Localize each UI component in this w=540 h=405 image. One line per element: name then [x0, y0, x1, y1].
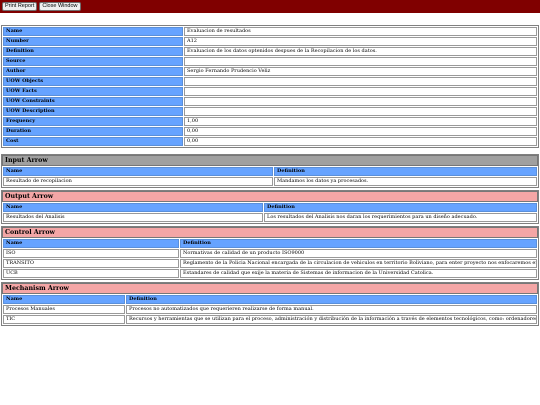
- property-value: [184, 97, 537, 106]
- table-header-row: Name Definition: [3, 295, 537, 304]
- property-row: Definition Evaluacion de los datos opteni…: [3, 47, 537, 56]
- arrow-name-cell: TIC: [3, 315, 125, 324]
- arrow-definition-cell: Mandamos los datos ya procesados.: [274, 177, 537, 186]
- property-row: Duration 0,00: [3, 127, 537, 136]
- column-header-definition: Definition: [180, 239, 537, 248]
- property-row: UOW Description: [3, 107, 537, 116]
- table-row: TRANSITO Reglamento de la Policia Naciona…: [3, 259, 537, 268]
- property-value: Sergio Fernando Prudencio Veliz: [184, 67, 537, 76]
- arrow-name-cell: Resultados del Analisis: [3, 213, 263, 222]
- input-arrow-section: Input Arrow Name Definition Resultado de r…: [1, 154, 539, 188]
- property-value: [184, 107, 537, 116]
- table-row: TIC Recursos y herramientas que se utiliz…: [3, 315, 537, 324]
- property-row: Number A12: [3, 37, 537, 46]
- property-key: Source: [3, 57, 183, 66]
- report-body: Name Evaluacion de resultados Number A12 Def…: [0, 13, 540, 326]
- property-key: UOW Objects: [3, 77, 183, 86]
- property-row: UOW Constraints: [3, 97, 537, 106]
- property-key: Duration: [3, 127, 183, 136]
- table-header-row: Name Definition: [3, 167, 537, 176]
- property-value: [184, 77, 537, 86]
- properties-table: Name Evaluacion de resultados Number A12 Def…: [1, 25, 539, 148]
- property-key: Definition: [3, 47, 183, 56]
- property-value: 0,00: [184, 137, 537, 146]
- mechanism-arrow-section: Mechanism Arrow Name Definition Procesos M…: [1, 282, 539, 326]
- property-row: Frequency 1,00: [3, 117, 537, 126]
- property-key: Author: [3, 67, 183, 76]
- output-arrow-title: Output Arrow: [2, 191, 538, 202]
- property-key: UOW Constraints: [3, 97, 183, 106]
- arrow-definition-cell: Procesos no automatizados que requeriere…: [126, 305, 537, 314]
- property-key: Name: [3, 27, 183, 36]
- column-header-definition: Definition: [274, 167, 537, 176]
- control-arrow-section: Control Arrow Name Definition ISO Normativa…: [1, 226, 539, 280]
- property-value: A12: [184, 37, 537, 46]
- arrow-definition-cell: Reglamento de la Policia Nacional encarg…: [180, 259, 537, 268]
- property-value: 1,00: [184, 117, 537, 126]
- property-key: UOW Description: [3, 107, 183, 116]
- property-row: Name Evaluacion de resultados: [3, 27, 537, 36]
- close-window-button[interactable]: Close Window: [39, 2, 81, 11]
- column-header-name: Name: [3, 295, 125, 304]
- property-value: [184, 87, 537, 96]
- arrow-name-cell: TRANSITO: [3, 259, 179, 268]
- property-value: [184, 57, 537, 66]
- table-row: ISO Normativas de calidad de un producto …: [3, 249, 537, 258]
- property-row: UOW Objects: [3, 77, 537, 86]
- property-row: Author Sergio Fernando Prudencio Veliz: [3, 67, 537, 76]
- toolbar: Print Report Close Window: [0, 0, 540, 13]
- arrow-name-cell: UCB: [3, 269, 179, 278]
- table-header-row: Name Definition: [3, 203, 537, 212]
- arrow-name-cell: Resultado de recopilacion: [3, 177, 273, 186]
- arrow-definition-cell: Recursos y herramientas que se utilizan …: [126, 315, 537, 324]
- column-header-name: Name: [3, 167, 273, 176]
- table-row: Resultados del Analisis Los resultados de…: [3, 213, 537, 222]
- table-header-row: Name Definition: [3, 239, 537, 248]
- column-header-name: Name: [3, 203, 263, 212]
- column-header-definition: Definition: [264, 203, 537, 212]
- output-arrow-section: Output Arrow Name Definition Resultados de…: [1, 190, 539, 224]
- column-header-definition: Definition: [126, 295, 537, 304]
- property-key: Number: [3, 37, 183, 46]
- column-header-name: Name: [3, 239, 179, 248]
- arrow-name-cell: ISO: [3, 249, 179, 258]
- mechanism-arrow-title: Mechanism Arrow: [2, 283, 538, 294]
- arrow-name-cell: Procesos Manuales: [3, 305, 125, 314]
- property-key: UOW Facts: [3, 87, 183, 96]
- arrow-definition-cell: Normativas de calidad de un producto ISO…: [180, 249, 537, 258]
- input-arrow-title: Input Arrow: [2, 155, 538, 166]
- property-value: Evaluacion de los datos optenidos despue…: [184, 47, 537, 56]
- property-value: 0,00: [184, 127, 537, 136]
- property-key: Cost: [3, 137, 183, 146]
- arrow-definition-cell: Estandares de calidad que exije la mater…: [180, 269, 537, 278]
- control-arrow-title: Control Arrow: [2, 227, 538, 238]
- property-row: Cost 0,00: [3, 137, 537, 146]
- table-row: Procesos Manuales Procesos no automatizad…: [3, 305, 537, 314]
- arrow-definition-cell: Los resultados del Analisis nos daran lo…: [264, 213, 537, 222]
- print-report-button[interactable]: Print Report: [2, 2, 38, 11]
- table-row: UCB Estandares de calidad que exije la ma…: [3, 269, 537, 278]
- table-row: Resultado de recopilacion Mandamos los da…: [3, 177, 537, 186]
- property-key: Frequency: [3, 117, 183, 126]
- property-row: Source: [3, 57, 537, 66]
- property-value: Evaluacion de resultados: [184, 27, 537, 36]
- property-row: UOW Facts: [3, 87, 537, 96]
